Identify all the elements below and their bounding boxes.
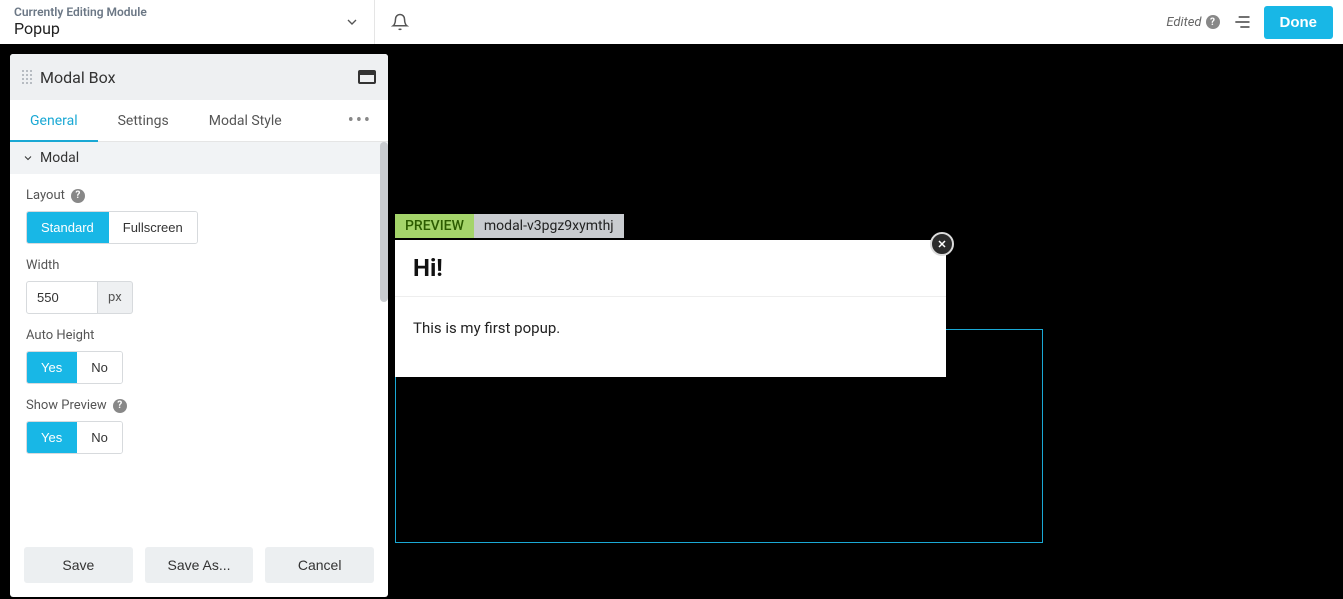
modal-body: This is my first popup.: [395, 297, 946, 377]
section-title: Modal: [40, 150, 79, 166]
field-label: Width: [26, 258, 372, 273]
edited-label: Edited: [1166, 15, 1201, 30]
show-preview-yes-button[interactable]: Yes: [27, 422, 76, 453]
auto-height-yes-button[interactable]: Yes: [27, 352, 76, 383]
chevron-down-icon[interactable]: [344, 14, 360, 30]
preview-badge: PREVIEW: [395, 214, 474, 238]
topbar-right: Edited ? Done: [1166, 6, 1343, 39]
module-info: Currently Editing Module Popup: [14, 6, 344, 38]
topbar-mid: [375, 0, 425, 44]
label-text: Auto Height: [26, 328, 94, 343]
inspector-header[interactable]: Modal Box: [10, 54, 388, 100]
edited-indicator: Edited ?: [1166, 15, 1219, 30]
inspector-panel: Modal Box General Settings Modal Style •…: [10, 54, 388, 597]
field-label: Layout ?: [26, 188, 372, 203]
help-icon[interactable]: ?: [71, 189, 85, 203]
field-label: Show Preview ?: [26, 398, 372, 413]
width-unit[interactable]: px: [98, 281, 133, 314]
module-label: Currently Editing Module: [14, 6, 344, 19]
field-auto-height: Auto Height Yes No: [26, 328, 372, 384]
chevron-down-icon: [22, 152, 34, 164]
layout-toggle: Standard Fullscreen: [26, 211, 198, 244]
field-show-preview: Show Preview ? Yes No: [26, 398, 372, 454]
inspector-tabs: General Settings Modal Style •••: [10, 100, 388, 142]
tab-general[interactable]: General: [10, 100, 98, 141]
module-selector[interactable]: Currently Editing Module Popup: [0, 0, 375, 44]
label-text: Layout: [26, 188, 65, 203]
tab-modal-style[interactable]: Modal Style: [189, 100, 302, 141]
module-name: Popup: [14, 19, 344, 38]
tab-more-icon[interactable]: •••: [332, 100, 388, 141]
field-width: Width px: [26, 258, 372, 314]
save-as-button[interactable]: Save As...: [145, 547, 254, 583]
drag-handle-icon[interactable]: [22, 70, 32, 84]
cancel-button[interactable]: Cancel: [265, 547, 374, 583]
field-label: Auto Height: [26, 328, 372, 343]
show-preview-toggle: Yes No: [26, 421, 123, 454]
layout-standard-button[interactable]: Standard: [27, 212, 108, 243]
scrollbar[interactable]: [380, 142, 388, 372]
form-body: Layout ? Standard Fullscreen Width px: [10, 174, 388, 537]
modal-title: Hi!: [395, 240, 946, 297]
field-layout: Layout ? Standard Fullscreen: [26, 188, 372, 244]
window-icon[interactable]: [358, 70, 376, 84]
help-icon[interactable]: ?: [113, 399, 127, 413]
save-button[interactable]: Save: [24, 547, 133, 583]
label-text: Width: [26, 258, 59, 273]
modal-preview[interactable]: Hi! This is my first popup.: [395, 240, 946, 377]
inspector-title: Modal Box: [40, 68, 358, 87]
help-icon[interactable]: ?: [1206, 15, 1220, 29]
list-icon[interactable]: [1232, 12, 1252, 32]
scrollbar-thumb[interactable]: [380, 142, 388, 302]
inspector-footer: Save Save As... Cancel: [10, 537, 388, 597]
auto-height-no-button[interactable]: No: [76, 352, 122, 383]
width-input[interactable]: [26, 281, 98, 314]
done-button[interactable]: Done: [1264, 6, 1334, 39]
tab-settings[interactable]: Settings: [98, 100, 189, 141]
layout-fullscreen-button[interactable]: Fullscreen: [108, 212, 197, 243]
show-preview-no-button[interactable]: No: [76, 422, 122, 453]
bell-icon[interactable]: [391, 13, 409, 31]
workspace: Modal Box General Settings Modal Style •…: [0, 44, 1343, 599]
close-icon[interactable]: [930, 232, 954, 256]
label-text: Show Preview: [26, 398, 107, 413]
section-modal[interactable]: Modal: [10, 142, 388, 174]
width-input-group: px: [26, 281, 133, 314]
preview-tags: PREVIEW modal-v3pgz9xymthj: [395, 214, 624, 238]
auto-height-toggle: Yes No: [26, 351, 123, 384]
modal-id-badge: modal-v3pgz9xymthj: [474, 214, 624, 238]
topbar: Currently Editing Module Popup Edited ? …: [0, 0, 1343, 44]
